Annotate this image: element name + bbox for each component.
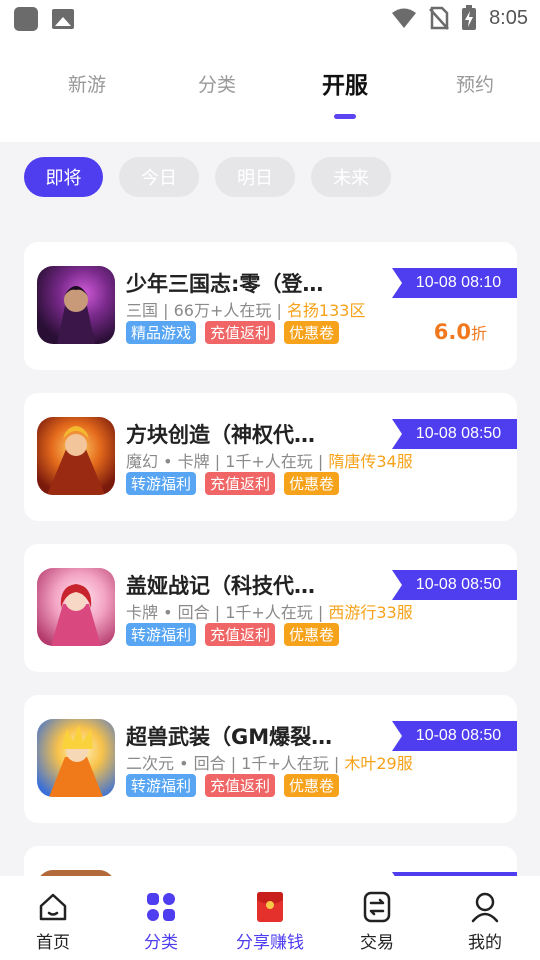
game-icon	[37, 719, 115, 797]
nav-label: 分享赚钱	[236, 933, 304, 953]
nav-label: 分类	[144, 933, 178, 953]
tag: 优惠卷	[284, 774, 340, 797]
game-genre: 魔幻 • 卡牌	[126, 452, 210, 471]
nav-trade[interactable]: 交易	[337, 890, 417, 953]
game-tags: 精品游戏 充值返利 优惠卷	[126, 321, 340, 344]
discount-label: 6.0折	[434, 320, 487, 344]
game-server: 西游行33服	[328, 603, 413, 622]
game-card[interactable]: 少年三国志:零（登… 三国 | 66万+人在玩 | 名扬133区 精品游戏 充值…	[24, 242, 517, 370]
game-title: 超兽武装（GM爆裂…	[126, 725, 333, 749]
game-meta: 卡牌 • 回合 | 1千+人在玩 | 西游行33服	[126, 603, 413, 622]
game-tags: 转游福利 充值返利 优惠卷	[126, 623, 340, 646]
no-sim-icon	[429, 6, 449, 30]
game-title: 盖娅战记（科技代…	[126, 574, 315, 598]
tag: 充值返利	[205, 321, 276, 344]
game-card[interactable]: 盖娅战记（科技代… 卡牌 • 回合 | 1千+人在玩 | 西游行33服 转游福利…	[24, 544, 517, 672]
game-players: 1千+人在玩	[225, 603, 313, 622]
status-bar: 8:05	[0, 0, 540, 36]
tag: 转游福利	[126, 623, 197, 646]
game-icon	[37, 266, 115, 344]
tab-server-open[interactable]: 开服	[300, 66, 390, 100]
tag: 充值返利	[205, 623, 276, 646]
tab-new-games[interactable]: 新游	[42, 70, 132, 97]
clock: 8:05	[489, 6, 528, 29]
image-notification-icon	[52, 9, 74, 29]
game-title: 少年三国志:零（登…	[126, 272, 324, 296]
tag: 优惠卷	[284, 472, 340, 495]
tab-reservation[interactable]: 预约	[430, 70, 520, 97]
game-title: 方块创造（神权代…	[126, 423, 315, 447]
game-server: 名扬133区	[286, 301, 366, 320]
bottom-nav: 首页 分类 分享赚钱 交易 我的	[0, 876, 540, 960]
game-icon	[37, 568, 115, 646]
nav-label: 首页	[36, 933, 70, 953]
game-players: 1千+人在玩	[225, 452, 313, 471]
nav-home[interactable]: 首页	[13, 890, 93, 953]
game-tags: 转游福利 充值返利 优惠卷	[126, 472, 340, 495]
nav-label: 我的	[468, 933, 502, 953]
top-tab-bar: 新游 分类 开服 预约	[0, 36, 540, 142]
tag: 充值返利	[205, 472, 276, 495]
game-genre: 三国	[126, 301, 159, 320]
game-tags: 转游福利 充值返利 优惠卷	[126, 774, 340, 797]
date-filter-chips: 即将 今日 明日 未来	[24, 157, 391, 197]
nav-me[interactable]: 我的	[445, 890, 525, 953]
game-server: 隋唐传34服	[328, 452, 413, 471]
red-envelope-icon	[253, 890, 287, 924]
game-players: 66万+人在玩	[173, 301, 272, 320]
tag: 优惠卷	[284, 623, 340, 646]
game-icon	[37, 417, 115, 495]
tag: 精品游戏	[126, 321, 197, 344]
game-meta: 二次元 • 回合 | 1千+人在玩 | 木叶29服	[126, 754, 413, 773]
open-time-badge: 10-08 08:10	[392, 268, 517, 298]
game-genre: 二次元 • 回合	[126, 754, 226, 773]
home-icon	[36, 890, 70, 924]
app-notification-icon	[14, 7, 38, 31]
user-icon	[468, 890, 502, 924]
trade-icon	[360, 890, 394, 924]
open-time-badge: 10-08 08:50	[392, 721, 517, 751]
grid-icon	[144, 890, 178, 924]
wifi-icon	[392, 8, 417, 28]
chip-upcoming[interactable]: 即将	[24, 157, 103, 197]
game-genre: 卡牌 • 回合	[126, 603, 210, 622]
game-card[interactable]: 方块创造（神权代… 魔幻 • 卡牌 | 1千+人在玩 | 隋唐传34服 转游福利…	[24, 393, 517, 521]
tag: 转游福利	[126, 774, 197, 797]
tab-categories[interactable]: 分类	[172, 70, 262, 97]
game-meta: 三国 | 66万+人在玩 | 名扬133区	[126, 301, 366, 320]
battery-charging-icon	[462, 5, 477, 30]
game-server: 木叶29服	[344, 754, 413, 773]
tag: 优惠卷	[284, 321, 340, 344]
chip-future[interactable]: 未来	[311, 157, 391, 197]
open-time-badge: 10-08 08:50	[392, 419, 517, 449]
active-tab-indicator	[334, 114, 356, 119]
nav-share-earn[interactable]: 分享赚钱	[225, 890, 315, 953]
discount-value: 6.0	[433, 320, 471, 344]
chip-tomorrow[interactable]: 明日	[215, 157, 295, 197]
game-players: 1千+人在玩	[241, 754, 329, 773]
game-meta: 魔幻 • 卡牌 | 1千+人在玩 | 隋唐传34服	[126, 452, 413, 471]
chip-today[interactable]: 今日	[119, 157, 199, 197]
nav-label: 交易	[360, 933, 394, 953]
nav-categories[interactable]: 分类	[121, 890, 201, 953]
discount-unit: 折	[470, 324, 487, 343]
open-time-badge: 10-08 08:50	[392, 570, 517, 600]
tag: 转游福利	[126, 472, 197, 495]
tag: 充值返利	[205, 774, 276, 797]
game-card[interactable]: 超兽武装（GM爆裂… 二次元 • 回合 | 1千+人在玩 | 木叶29服 转游福…	[24, 695, 517, 823]
